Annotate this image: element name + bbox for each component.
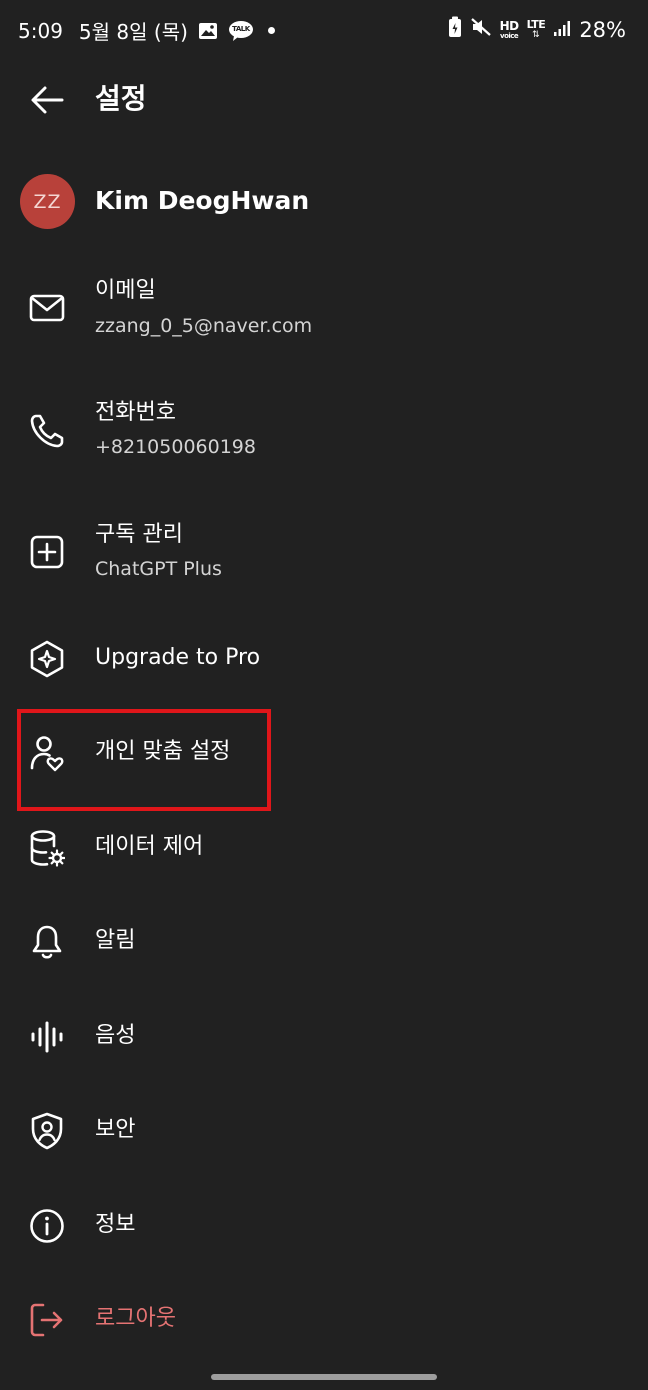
signal-icon — [553, 18, 571, 42]
menu-label-voice: 음성 — [95, 1023, 136, 1048]
status-time: 5:09 — [18, 18, 63, 43]
shield-user-icon — [26, 1110, 68, 1152]
menu-item-phone[interactable]: 전화번호 +821050060198 — [0, 390, 648, 486]
menu-label-about: 정보 — [95, 1212, 136, 1237]
menu-item-about[interactable]: 정보 — [0, 1193, 648, 1259]
menu-label-notifications: 알림 — [95, 928, 136, 953]
status-right: HD voice LTE ⇅ 28% — [448, 16, 626, 43]
hd-voice-indicator: HD voice — [499, 18, 520, 40]
arrow-left-icon — [31, 86, 64, 114]
battery-saver-icon — [448, 16, 462, 43]
waveform-icon — [26, 1016, 68, 1058]
menu-item-email[interactable]: 이메일 zzang_0_5@naver.com — [0, 268, 648, 364]
highlight-box — [17, 709, 271, 811]
data-arrows-icon: ⇅ — [532, 30, 540, 40]
database-gear-icon — [26, 827, 68, 869]
logout-icon — [26, 1299, 68, 1341]
avatar-initials: ZZ — [33, 190, 62, 213]
mail-icon — [26, 287, 68, 329]
menu-label-subscription: 구독 관리 — [95, 522, 183, 547]
phone-value: +821050060198 — [95, 436, 256, 458]
profile-row[interactable]: ZZ Kim DeogHwan — [0, 160, 648, 244]
phone-icon — [26, 410, 68, 452]
mute-icon — [470, 17, 492, 42]
menu-label-phone: 전화번호 — [95, 400, 176, 425]
lte-indicator: LTE ⇅ — [527, 19, 546, 40]
menu-item-subscription[interactable]: 구독 관리 ChatGPT Plus — [0, 512, 648, 608]
home-indicator[interactable] — [211, 1374, 437, 1380]
back-button[interactable] — [26, 80, 68, 120]
hd-label: HD — [499, 18, 520, 33]
menu-item-data-controls[interactable]: 데이터 제어 — [0, 815, 648, 881]
status-left: 5:09 5월 8일 (목) TALK — [18, 16, 275, 45]
app-bar: 설정 — [0, 66, 648, 132]
menu-item-security[interactable]: 보안 — [0, 1098, 648, 1164]
voice-label: voice — [500, 31, 519, 40]
menu-label-logout: 로그아웃 — [95, 1306, 176, 1331]
kakaotalk-label: TALK — [232, 24, 250, 33]
subscription-value: ChatGPT Plus — [95, 558, 222, 580]
sparkle-hexagon-icon — [26, 638, 68, 680]
page-title: 설정 — [95, 82, 147, 115]
menu-label-email: 이메일 — [95, 278, 156, 303]
kakaotalk-icon: TALK — [228, 20, 254, 42]
status-bar: 5:09 5월 8일 (목) TALK HD voice LTE ⇅ 28% — [0, 0, 648, 58]
menu-label-upgrade: Upgrade to Pro — [95, 645, 261, 670]
menu-item-voice[interactable]: 음성 — [0, 1004, 648, 1070]
avatar: ZZ — [20, 174, 75, 229]
menu-label-security: 보안 — [95, 1117, 136, 1142]
status-date: 5월 8일 (목) — [78, 20, 188, 44]
plus-square-icon — [26, 531, 68, 573]
info-icon — [26, 1205, 68, 1247]
bell-icon — [26, 921, 68, 963]
notification-dot-icon — [267, 27, 275, 34]
menu-label-data-controls: 데이터 제어 — [95, 834, 204, 859]
menu-item-notifications[interactable]: 알림 — [0, 909, 648, 975]
profile-name: Kim DeogHwan — [95, 186, 310, 215]
menu-item-logout[interactable]: 로그아웃 — [0, 1287, 648, 1353]
menu-item-upgrade[interactable]: Upgrade to Pro — [0, 626, 648, 692]
email-value: zzang_0_5@naver.com — [95, 315, 313, 337]
battery-percent: 28% — [579, 17, 626, 42]
gallery-icon — [198, 22, 218, 40]
